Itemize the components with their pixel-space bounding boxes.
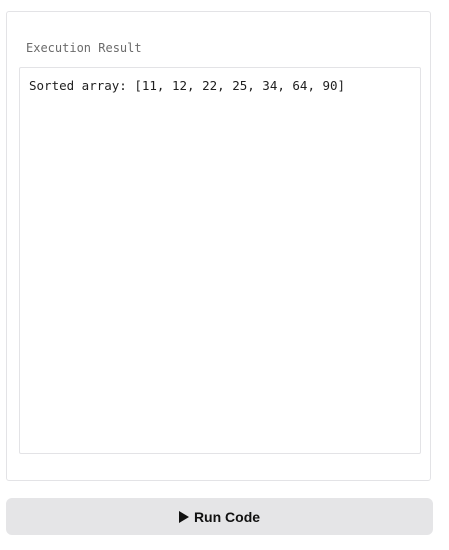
execution-result-label: Execution Result — [26, 41, 142, 55]
run-code-button[interactable]: Run Code — [6, 498, 433, 535]
output-box[interactable]: Sorted array: [11, 12, 22, 25, 34, 64, 9… — [19, 67, 421, 454]
output-text: Sorted array: [11, 12, 22, 25, 34, 64, 9… — [29, 78, 346, 93]
play-icon — [178, 510, 189, 523]
run-code-label: Run Code — [193, 508, 261, 525]
execution-result-panel: Execution Result Sorted array: [11, 12, … — [6, 11, 431, 481]
